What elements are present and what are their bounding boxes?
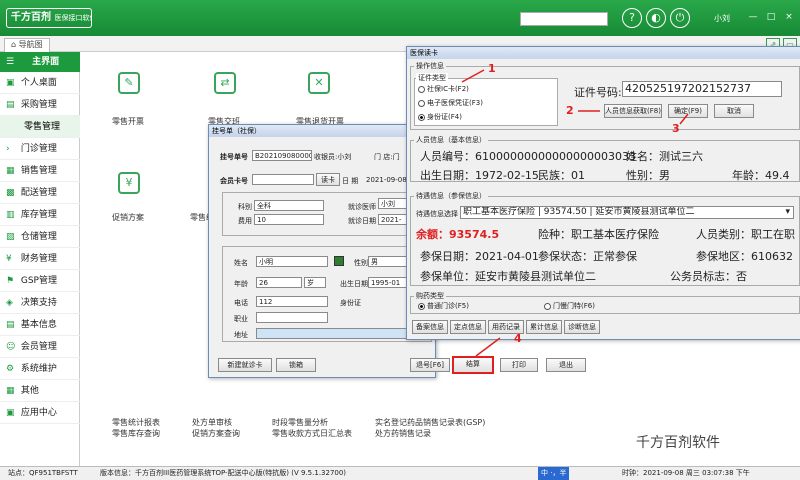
status-bar: 站点：QF951TBFSTT 版本信息：千方百剂III医药管理系统TOP-配送中… [0, 466, 800, 480]
annotation-3: 3 [672, 122, 680, 135]
annotation-1: 1 [488, 62, 496, 75]
status-version: 版本信息：千方百剂III医药管理系统TOP-配送中心版(特抗版) (V 9.5.… [100, 469, 347, 477]
annotation-arrows [461, 69, 689, 357]
annotation-4: 4 [514, 332, 522, 345]
annotation-2: 2 [566, 104, 574, 117]
ime-indicator[interactable]: 中 ·，半 [538, 467, 570, 480]
status-site: 站点：QF951TBFSTT [8, 469, 78, 477]
status-time: 时钟：2021-09-08 周三 03:07:38 下午 [622, 469, 750, 477]
